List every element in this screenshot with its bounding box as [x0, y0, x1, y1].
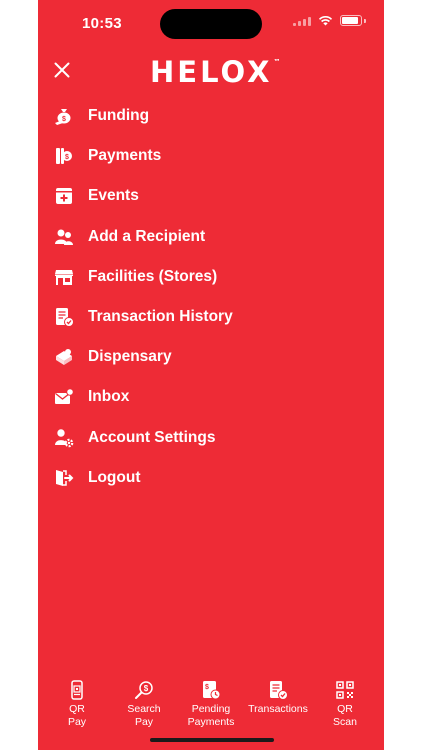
tab-label: QR Scan: [333, 703, 357, 728]
svg-text:$: $: [65, 154, 69, 161]
qr-scan-icon: [336, 681, 354, 699]
tab-search-pay[interactable]: $ Search Pay: [111, 680, 177, 740]
battery-icon: [340, 15, 362, 26]
money-bag-icon: $: [54, 106, 74, 126]
menu-item-label: Facilities (Stores): [88, 267, 218, 285]
close-button[interactable]: [50, 58, 74, 82]
tab-label: QR Pay: [67, 703, 87, 728]
menu-item-label: Dispensary: [88, 348, 172, 366]
tab-transactions[interactable]: Transactions: [245, 680, 311, 740]
menu-item-funding[interactable]: $ Funding: [38, 96, 384, 136]
menu-item-label: Events: [88, 187, 139, 205]
dispensary-icon: [54, 347, 74, 367]
logo-text: HELOX: [150, 55, 273, 89]
search-pay-icon: $: [135, 681, 153, 699]
tab-qr-scan[interactable]: QR Scan: [312, 680, 378, 740]
tab-label: Transactions: [248, 703, 308, 715]
bottom-nav: QR Pay $ Search Pay $ Pending Payments T…: [38, 680, 384, 740]
receipt-icon: [54, 307, 74, 328]
menu-item-label: Funding: [88, 107, 150, 125]
svg-text:$: $: [144, 684, 149, 693]
pending-payments-icon: $: [203, 681, 221, 700]
tab-label: Pending Payments: [187, 703, 235, 728]
event-icon: [54, 186, 74, 206]
tab-label: Search Pay: [127, 703, 161, 728]
side-menu: $ Funding $ Payments Events Add a Recipi…: [38, 96, 384, 498]
svg-text:$: $: [205, 684, 209, 691]
menu-item-label: Add a Recipient: [88, 227, 206, 245]
menu-item-label: Payments: [88, 147, 162, 165]
close-icon: [54, 62, 70, 78]
logo-trademark: ™: [273, 58, 281, 66]
tab-pending-payments[interactable]: $ Pending Payments: [178, 680, 244, 740]
menu-item-label: Transaction History: [88, 308, 233, 326]
menu-item-label: Logout: [88, 468, 141, 486]
status-time: 10:53: [82, 15, 122, 32]
logout-icon: [54, 468, 74, 488]
dynamic-island: [160, 9, 262, 39]
menu-item-inbox[interactable]: Inbox: [38, 377, 384, 417]
home-indicator: [150, 738, 274, 742]
menu-item-events[interactable]: Events: [38, 176, 384, 216]
tab-qr-pay[interactable]: QR Pay: [44, 680, 110, 740]
menu-item-transaction-history[interactable]: Transaction History: [38, 297, 384, 337]
user-settings-icon: [54, 428, 74, 448]
menu-item-dispensary[interactable]: Dispensary: [38, 337, 384, 377]
svg-text:$: $: [62, 116, 66, 123]
inbox-icon: [54, 387, 74, 407]
app-screen: 10:53 HELOX ™ $ Funding $ Payments Event…: [38, 0, 384, 750]
menu-item-label: Account Settings: [88, 428, 216, 446]
users-icon: [54, 227, 74, 247]
signal-icon: [293, 16, 311, 26]
qr-pay-icon: [71, 680, 83, 700]
menu-item-logout[interactable]: Logout: [38, 458, 384, 498]
status-icons: [293, 15, 366, 26]
menu-item-payments[interactable]: $ Payments: [38, 136, 384, 176]
wifi-icon: [318, 16, 333, 26]
store-icon: [54, 267, 74, 287]
menu-item-facilities[interactable]: Facilities (Stores): [38, 257, 384, 297]
payment-icon: $: [54, 146, 74, 166]
menu-item-account-settings[interactable]: Account Settings: [38, 418, 384, 458]
transactions-icon: [270, 681, 288, 700]
menu-item-label: Inbox: [88, 388, 130, 406]
helox-logo: HELOX ™: [150, 55, 281, 89]
menu-item-add-recipient[interactable]: Add a Recipient: [38, 217, 384, 257]
